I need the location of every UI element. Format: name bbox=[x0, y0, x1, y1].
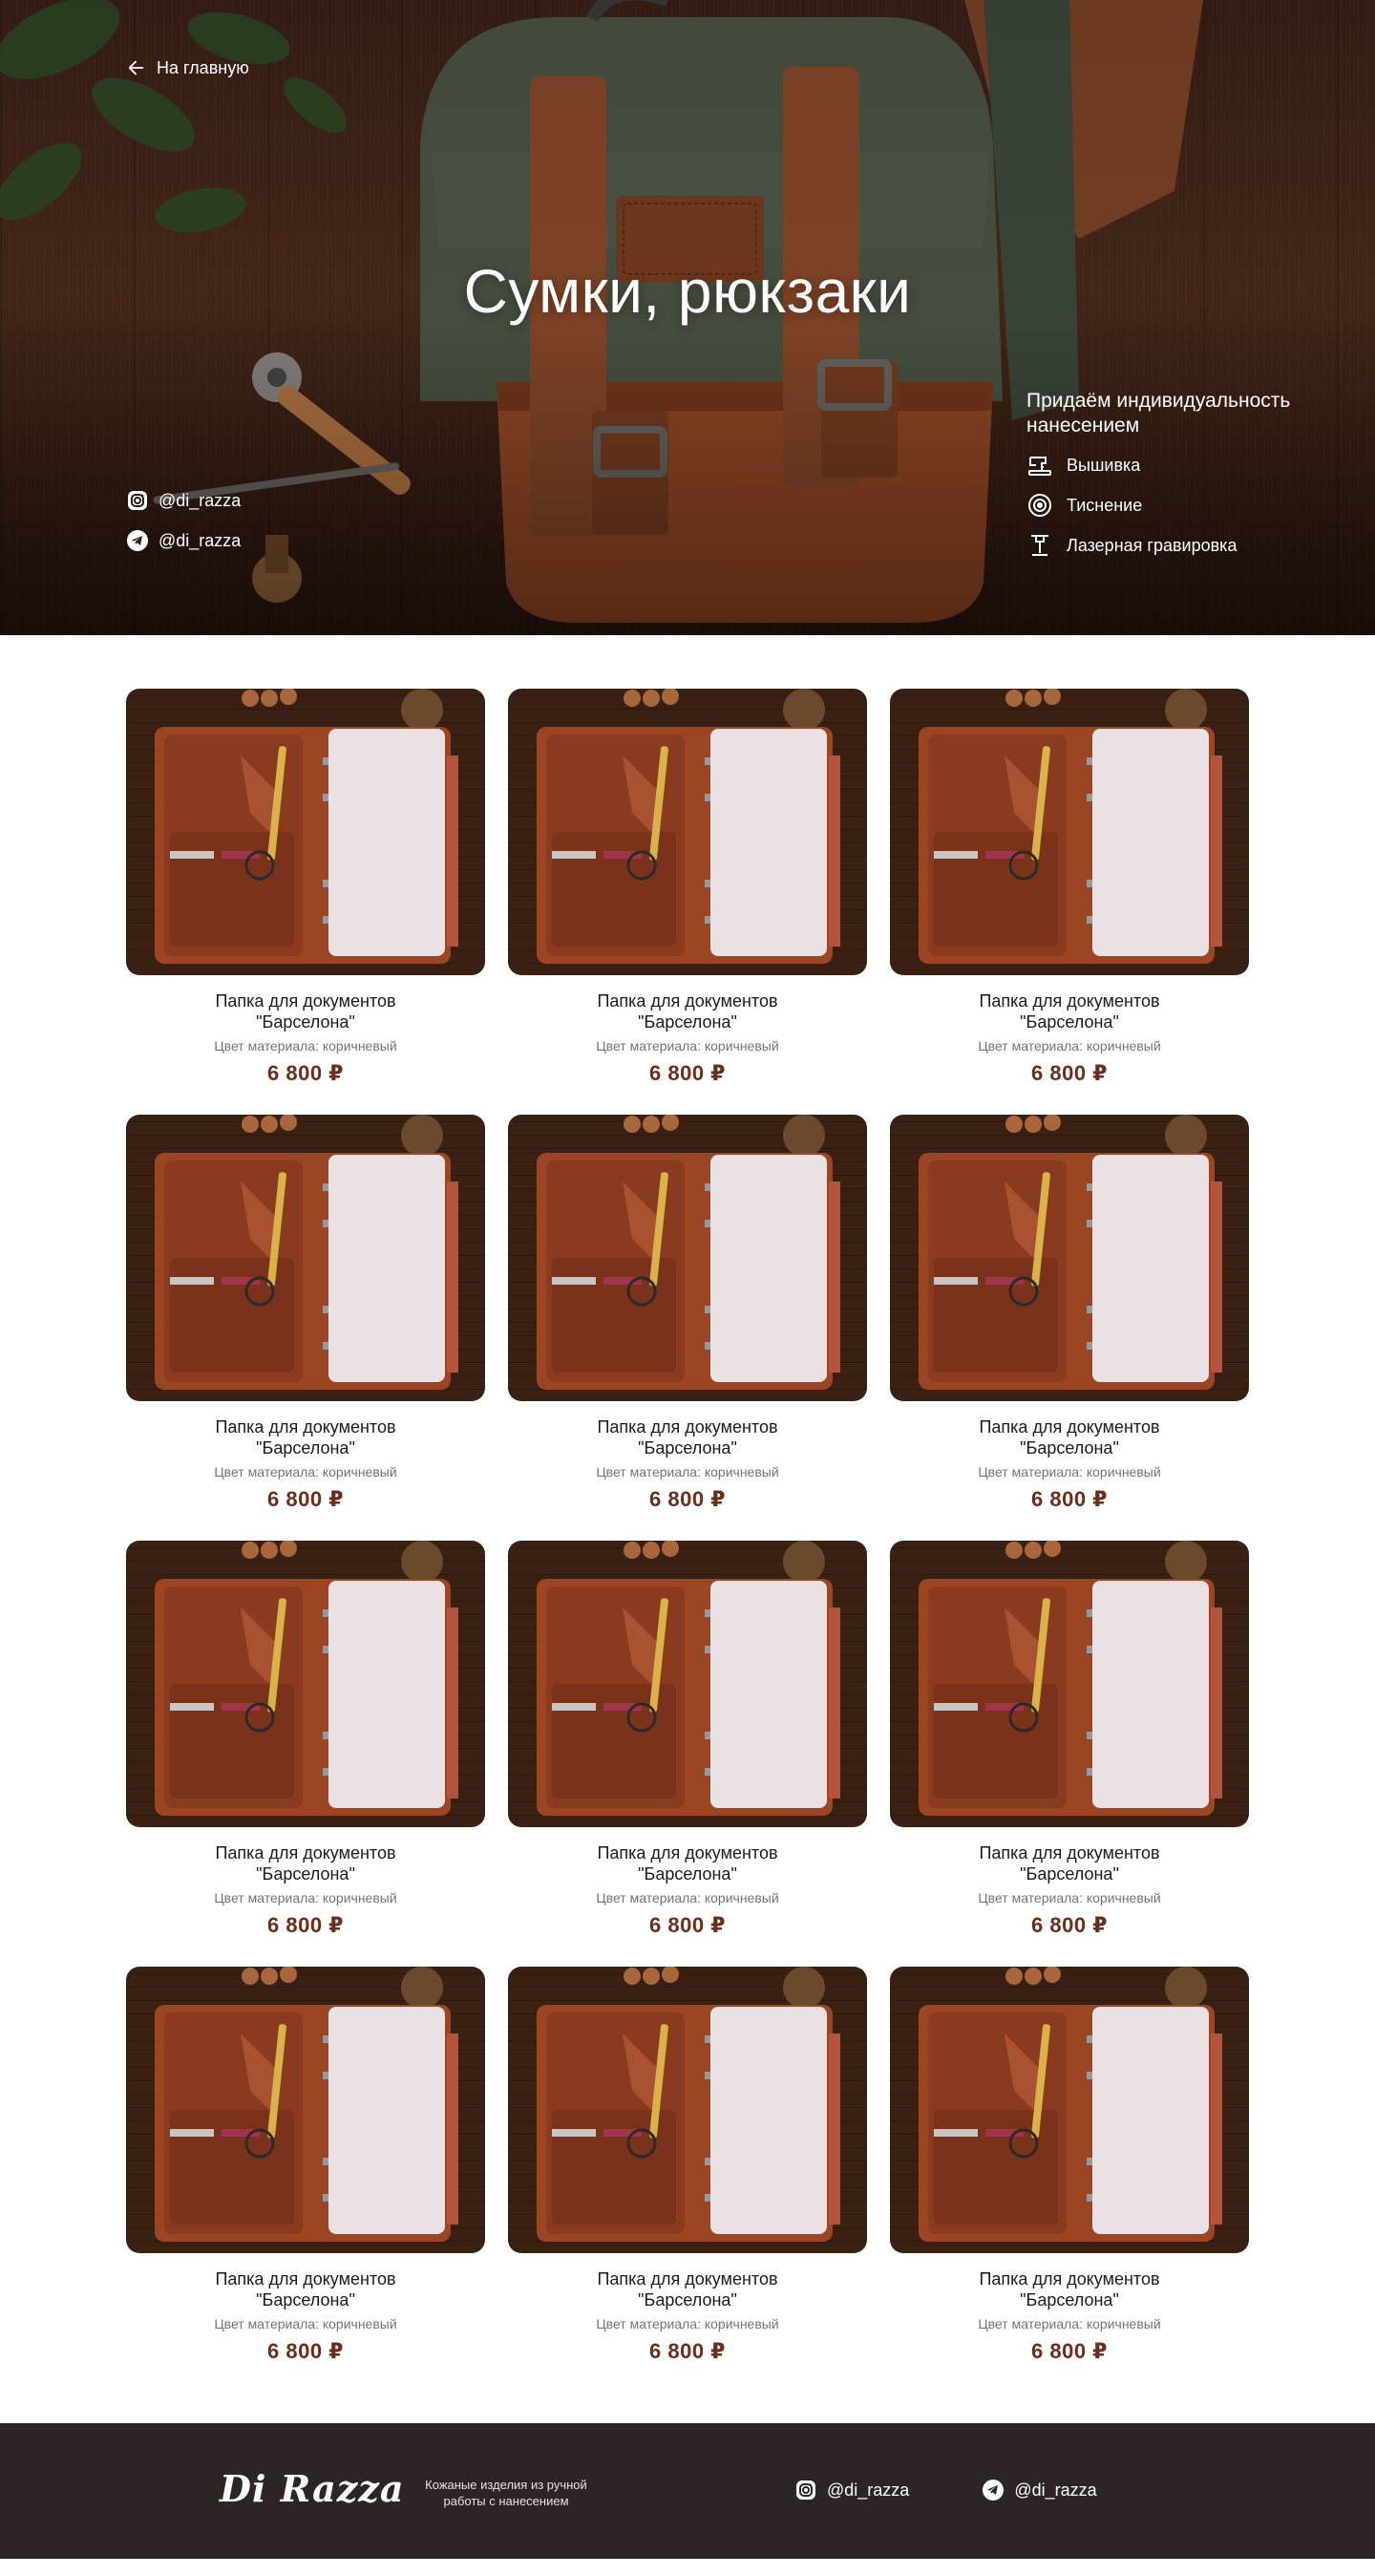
back-link-label: На главную bbox=[157, 57, 249, 77]
sewing-machine-icon bbox=[1028, 457, 1051, 476]
product-image[interactable] bbox=[126, 1115, 485, 1401]
product-price: 6 800 ₽ bbox=[1031, 1487, 1108, 1511]
personalization-title: Придаём индивидуальность нанесением bbox=[1026, 390, 1291, 436]
product-price: 6 800 ₽ bbox=[267, 2339, 344, 2363]
telegram-handle: @di_razza bbox=[159, 530, 242, 550]
personalization-item-embroidery: Вышивка bbox=[1026, 452, 1332, 479]
product-card[interactable]: Папка для документов "Барселона" Цвет ма… bbox=[508, 1115, 867, 1512]
product-card[interactable]: Папка для документов "Барселона" Цвет ма… bbox=[890, 689, 1249, 1086]
product-color: Цвет материала: коричневый bbox=[596, 2316, 779, 2331]
product-image[interactable] bbox=[890, 1541, 1249, 1827]
product-card[interactable]: Папка для документов "Барселона" Цвет ма… bbox=[126, 1115, 485, 1512]
instagram-icon bbox=[128, 491, 147, 510]
product-card[interactable]: Папка для документов "Барселона" Цвет ма… bbox=[890, 1967, 1249, 2364]
product-price: 6 800 ₽ bbox=[267, 1913, 344, 1937]
personalization-block: Придаём индивидуальность нанесением Выши… bbox=[1026, 389, 1332, 559]
product-title[interactable]: Папка для документов "Барселона" bbox=[181, 1842, 430, 1884]
product-title[interactable]: Папка для документов "Барселона" bbox=[945, 1842, 1194, 1884]
product-color: Цвет материала: коричневый bbox=[596, 1038, 779, 1054]
laser-engraving-icon bbox=[1031, 535, 1048, 556]
telegram-icon bbox=[983, 2480, 1005, 2501]
product-title[interactable]: Папка для документов "Барселона" bbox=[563, 990, 812, 1033]
product-title[interactable]: Папка для документов "Барселона" bbox=[563, 2268, 812, 2310]
hero-telegram-link[interactable]: @di_razza bbox=[126, 529, 241, 552]
product-color: Цвет материала: коричневый bbox=[978, 1038, 1161, 1054]
footer-brand-logo[interactable]: Di Razza bbox=[220, 2467, 404, 2510]
product-price: 6 800 ₽ bbox=[1031, 1913, 1108, 1937]
personalization-list: Вышивка Тиснение Лазерная гравировка bbox=[1026, 452, 1332, 559]
product-image[interactable] bbox=[508, 1541, 867, 1827]
instagram-handle: @di_razza bbox=[159, 490, 242, 510]
personalization-item-label: Тиснение bbox=[1067, 495, 1143, 515]
product-image[interactable] bbox=[890, 689, 1249, 975]
product-title[interactable]: Папка для документов "Барселона" bbox=[945, 990, 1194, 1033]
product-card[interactable]: Папка для документов "Барселона" Цвет ма… bbox=[508, 1967, 867, 2364]
product-title[interactable]: Папка для документов "Барселона" bbox=[181, 1416, 430, 1458]
arrow-left-icon bbox=[128, 60, 144, 75]
product-color: Цвет материала: коричневый bbox=[214, 1464, 397, 1480]
footer-socials: @di_razza @di_razza bbox=[794, 2479, 1097, 2501]
product-price: 6 800 ₽ bbox=[649, 2339, 726, 2363]
product-title[interactable]: Папка для документов "Барселона" bbox=[181, 2268, 430, 2310]
instagram-icon bbox=[796, 2480, 815, 2500]
product-card[interactable]: Папка для документов "Барселона" Цвет ма… bbox=[126, 1967, 485, 2364]
personalization-item-label: Вышивка bbox=[1067, 455, 1141, 475]
product-color: Цвет материала: коричневый bbox=[978, 1890, 1161, 1905]
product-image[interactable] bbox=[890, 1115, 1249, 1401]
product-image[interactable] bbox=[508, 1115, 867, 1401]
product-color: Цвет материала: коричневый bbox=[596, 1464, 779, 1480]
product-price: 6 800 ₽ bbox=[267, 1487, 344, 1511]
product-price: 6 800 ₽ bbox=[649, 1487, 726, 1511]
product-color: Цвет материала: коричневый bbox=[214, 1890, 397, 1905]
product-price: 6 800 ₽ bbox=[1031, 1061, 1108, 1085]
footer-telegram-link[interactable]: @di_razza bbox=[982, 2479, 1097, 2501]
telegram-icon bbox=[127, 530, 148, 551]
product-card[interactable]: Папка для документов "Барселона" Цвет ма… bbox=[126, 1541, 485, 1938]
telegram-handle: @di_razza bbox=[1014, 2480, 1097, 2500]
product-price: 6 800 ₽ bbox=[649, 1061, 726, 1085]
product-title[interactable]: Папка для документов "Барселона" bbox=[945, 1416, 1194, 1458]
product-price: 6 800 ₽ bbox=[1031, 2339, 1108, 2363]
embossing-stamp-icon bbox=[1028, 494, 1051, 517]
product-image[interactable] bbox=[508, 1967, 867, 2253]
product-card[interactable]: Папка для документов "Барселона" Цвет ма… bbox=[890, 1541, 1249, 1938]
product-price: 6 800 ₽ bbox=[649, 1913, 726, 1937]
footer-instagram-link[interactable]: @di_razza bbox=[794, 2479, 909, 2501]
product-image[interactable] bbox=[126, 1967, 485, 2253]
product-title[interactable]: Папка для документов "Барселона" bbox=[945, 2268, 1194, 2310]
product-card[interactable]: Папка для документов "Барселона" Цвет ма… bbox=[890, 1115, 1249, 1512]
back-to-home-link[interactable]: На главную bbox=[126, 57, 249, 78]
footer-tagline: Кожаные изделия из ручной работы с нанес… bbox=[425, 2478, 587, 2508]
product-image[interactable] bbox=[126, 1541, 485, 1827]
product-title[interactable]: Папка для документов "Барселона" bbox=[563, 1416, 812, 1458]
product-card[interactable]: Папка для документов "Барселона" Цвет ма… bbox=[508, 689, 867, 1086]
page-title: Сумки, рюкзаки bbox=[463, 257, 912, 326]
product-color: Цвет материала: коричневый bbox=[214, 1038, 397, 1054]
personalization-item-laser: Лазерная гравировка bbox=[1026, 532, 1332, 559]
site-footer: Di Razza Кожаные изделия из ручной работ… bbox=[0, 2423, 1375, 2559]
product-title[interactable]: Папка для документов "Барселона" bbox=[563, 1842, 812, 1884]
product-color: Цвет материала: коричневый bbox=[214, 2316, 397, 2331]
instagram-handle: @di_razza bbox=[827, 2480, 910, 2500]
product-price: 6 800 ₽ bbox=[267, 1061, 344, 1085]
product-color: Цвет материала: коричневый bbox=[596, 1890, 779, 1905]
product-image[interactable] bbox=[890, 1967, 1249, 2253]
product-card[interactable]: Папка для документов "Барселона" Цвет ма… bbox=[126, 689, 485, 1086]
personalization-item-embossing: Тиснение bbox=[1026, 492, 1332, 519]
product-card[interactable]: Папка для документов "Барселона" Цвет ма… bbox=[508, 1541, 867, 1938]
hero-socials: @di_razza @di_razza bbox=[126, 489, 241, 552]
hero-instagram-link[interactable]: @di_razza bbox=[126, 489, 241, 512]
personalization-item-label: Лазерная гравировка bbox=[1067, 535, 1238, 555]
product-image[interactable] bbox=[126, 689, 485, 975]
hero-banner: На главную Сумки, рюкзаки @di_razza @di_… bbox=[0, 0, 1375, 635]
product-grid: Папка для документов "Барселона" Цвет ма… bbox=[126, 689, 1249, 2364]
product-image[interactable] bbox=[508, 689, 867, 975]
product-color: Цвет материала: коричневый bbox=[978, 2316, 1161, 2331]
product-color: Цвет материала: коричневый bbox=[978, 1464, 1161, 1480]
product-title[interactable]: Папка для документов "Барселона" bbox=[181, 990, 430, 1033]
